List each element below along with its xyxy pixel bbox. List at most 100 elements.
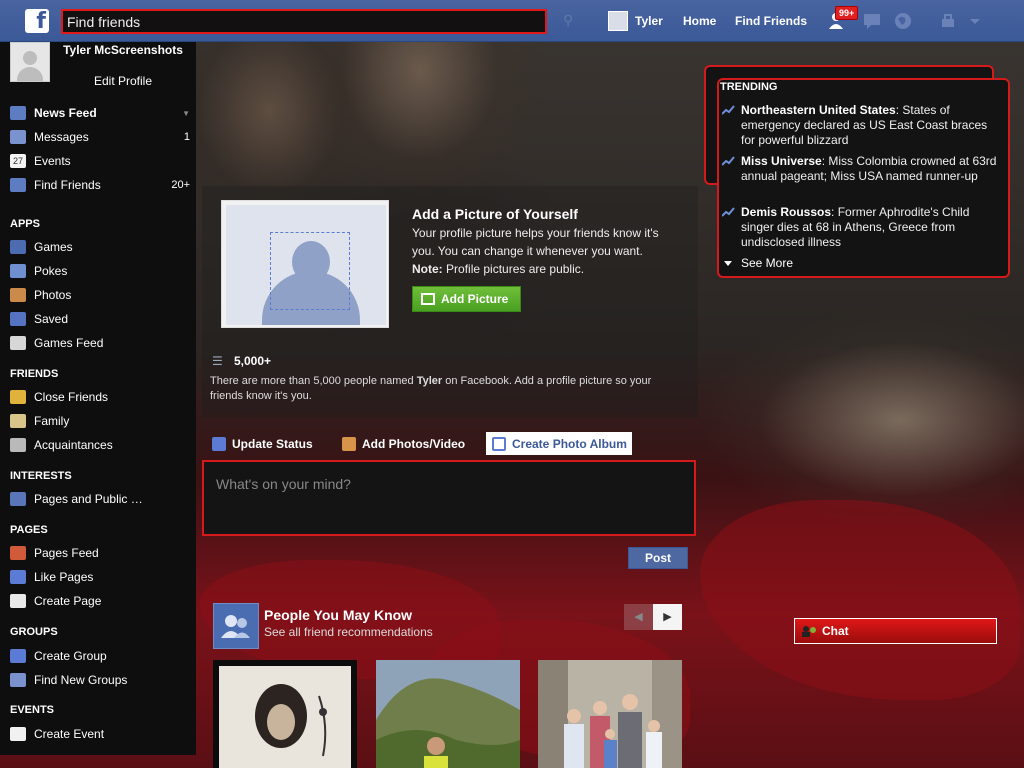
sidebar-item-create-page[interactable]: Create Page bbox=[10, 591, 190, 611]
sidebar-item-label: News Feed bbox=[34, 106, 97, 120]
events-heading[interactable]: EVENTS bbox=[10, 704, 54, 716]
person-card[interactable] bbox=[213, 660, 357, 768]
trending-arrow-icon bbox=[722, 207, 735, 217]
sidebar-item-pages-feed[interactable]: Pages Feed bbox=[10, 543, 190, 563]
next-chevron-right-icon[interactable]: ▶ bbox=[653, 604, 682, 630]
notifications-globe-icon[interactable] bbox=[892, 11, 914, 31]
sidebar-item-label: Photos bbox=[34, 288, 72, 302]
sidebar-item-pokes[interactable]: Pokes bbox=[10, 261, 190, 281]
sidebar-item-close-friends[interactable]: Close Friends bbox=[10, 387, 190, 407]
bookmark-icon bbox=[10, 312, 26, 326]
sidebar-item-photos[interactable]: Photos bbox=[10, 285, 190, 305]
camera-icon bbox=[342, 437, 356, 451]
sidebar-item-like-pages[interactable]: Like Pages bbox=[10, 567, 190, 587]
trending-heading: TRENDING bbox=[720, 81, 778, 93]
sidebar-item-label: Pages and Public … bbox=[34, 492, 143, 506]
trending-item[interactable]: Northeastern United States: States of em… bbox=[722, 103, 998, 148]
facebook-logo-icon[interactable]: f bbox=[25, 9, 49, 33]
sidebar-item-pages-and-public-figures[interactable]: Pages and Public … bbox=[10, 489, 190, 509]
add-picture-title: Add a Picture of Yourself bbox=[412, 206, 578, 222]
sidebar-item-label: Saved bbox=[34, 312, 69, 326]
add-picture-button[interactable]: Add Picture bbox=[412, 286, 521, 312]
find-friends-link[interactable]: Find Friends bbox=[735, 14, 807, 28]
pages-feed-flag-icon bbox=[10, 546, 26, 560]
trending-item[interactable]: Miss Universe: Miss Colombia crowned at … bbox=[722, 154, 998, 184]
sidebar-item-label: Create Group bbox=[34, 649, 107, 663]
chat-friends-icon bbox=[802, 626, 816, 637]
people-count-description: There are more than 5,000 people named T… bbox=[210, 375, 652, 402]
thumbs-up-icon bbox=[10, 570, 26, 584]
close-friends-star-icon bbox=[10, 390, 26, 404]
see-all-recommendations-link[interactable]: See all friend recommendations bbox=[264, 625, 433, 639]
search-icon[interactable]: ⚲ bbox=[563, 12, 579, 28]
family-house-icon bbox=[10, 414, 26, 428]
sidebar-item-find-friends[interactable]: Find Friends 20+ bbox=[10, 175, 190, 195]
search-box[interactable] bbox=[61, 9, 547, 34]
interests-heading[interactable]: INTERESTS bbox=[10, 470, 72, 482]
people-you-may-know-icon bbox=[213, 603, 259, 649]
tab-add-photos-video[interactable]: Add Photos/Video bbox=[342, 434, 465, 454]
trending-item[interactable]: Demis Roussos: Former Aphrodite's Child … bbox=[722, 205, 998, 250]
add-picture-description: Your profile picture helps your friends … bbox=[412, 226, 659, 276]
sidebar-item-family[interactable]: Family bbox=[10, 411, 190, 431]
create-page-flag-icon bbox=[10, 594, 26, 608]
sidebar-item-label: Pages Feed bbox=[34, 546, 99, 560]
sidebar-item-messages[interactable]: Messages 1 bbox=[10, 127, 190, 147]
person-card[interactable] bbox=[376, 660, 520, 768]
home-link[interactable]: Home bbox=[683, 14, 716, 28]
person-photo bbox=[538, 660, 682, 768]
friends-heading[interactable]: FRIENDS bbox=[10, 368, 58, 380]
create-event-icon bbox=[10, 727, 26, 741]
post-button[interactable]: Post bbox=[628, 547, 688, 569]
trending-arrow-icon bbox=[722, 156, 735, 166]
find-friends-count: 20+ bbox=[171, 179, 190, 191]
messages-count: 1 bbox=[183, 131, 190, 143]
messages-icon bbox=[10, 130, 26, 144]
tab-update-status[interactable]: Update Status bbox=[212, 434, 313, 454]
calendar-icon: 27 bbox=[10, 154, 26, 168]
profile-picture-placeholder[interactable] bbox=[221, 200, 389, 328]
sidebar-item-label: Create Event bbox=[34, 727, 105, 741]
search-input[interactable] bbox=[63, 11, 545, 32]
messages-icon[interactable] bbox=[861, 11, 883, 31]
profile-name[interactable]: Tyler McScreenshots bbox=[58, 43, 188, 58]
sidebar-item-acquaintances[interactable]: Acquaintances bbox=[10, 435, 190, 455]
groups-heading[interactable]: GROUPS bbox=[10, 626, 58, 638]
status-composer[interactable] bbox=[202, 460, 696, 536]
top-profile-link[interactable] bbox=[608, 11, 628, 31]
sidebar-item-label: Games Feed bbox=[34, 336, 104, 350]
chat-bar[interactable]: Chat bbox=[794, 618, 997, 644]
pencil-icon bbox=[212, 437, 226, 451]
status-input[interactable] bbox=[204, 462, 694, 534]
sidebar-item-label: Family bbox=[34, 414, 70, 428]
sidebar-item-create-group[interactable]: Create Group bbox=[10, 646, 190, 666]
profile-picture[interactable] bbox=[10, 42, 50, 82]
news-feed-options-chevron-icon[interactable]: ▼ bbox=[182, 109, 190, 118]
sidebar-item-label: Find New Groups bbox=[34, 673, 128, 687]
edit-profile-link[interactable]: Edit Profile bbox=[58, 74, 188, 88]
account-menu-chevron-down-icon[interactable] bbox=[964, 11, 986, 31]
pages-heading[interactable]: PAGES bbox=[10, 524, 48, 536]
sidebar-item-label: Find Friends bbox=[34, 178, 101, 192]
acquaintances-icon bbox=[10, 438, 26, 452]
sidebar-item-label: Create Page bbox=[34, 594, 102, 608]
people-you-may-know-title[interactable]: People You May Know bbox=[264, 607, 412, 623]
see-more-link[interactable]: See More bbox=[724, 256, 793, 270]
sidebar-item-create-event[interactable]: Create Event bbox=[10, 724, 190, 744]
sidebar-item-games[interactable]: Games bbox=[10, 237, 190, 257]
apps-heading[interactable]: APPS bbox=[10, 218, 40, 230]
games-icon bbox=[10, 240, 26, 254]
previous-chevron-left-icon[interactable]: ◀ bbox=[624, 604, 653, 630]
top-user-name[interactable]: Tyler bbox=[635, 14, 663, 28]
sidebar-item-events[interactable]: 27 Events bbox=[10, 151, 190, 171]
person-card[interactable] bbox=[538, 660, 682, 768]
tab-create-photo-album[interactable]: Create Photo Album bbox=[486, 432, 632, 455]
sidebar-item-saved[interactable]: Saved bbox=[10, 309, 190, 329]
sidebar-item-find-new-groups[interactable]: Find New Groups bbox=[10, 670, 190, 690]
privacy-shortcuts-icon[interactable] bbox=[938, 11, 960, 31]
sidebar-item-news-feed[interactable]: News Feed ▼ bbox=[10, 103, 190, 123]
sidebar-item-label: Games bbox=[34, 240, 73, 254]
sidebar-item-games-feed[interactable]: Games Feed bbox=[10, 333, 190, 353]
chevron-down-icon bbox=[724, 260, 732, 266]
groups-icon bbox=[10, 673, 26, 687]
